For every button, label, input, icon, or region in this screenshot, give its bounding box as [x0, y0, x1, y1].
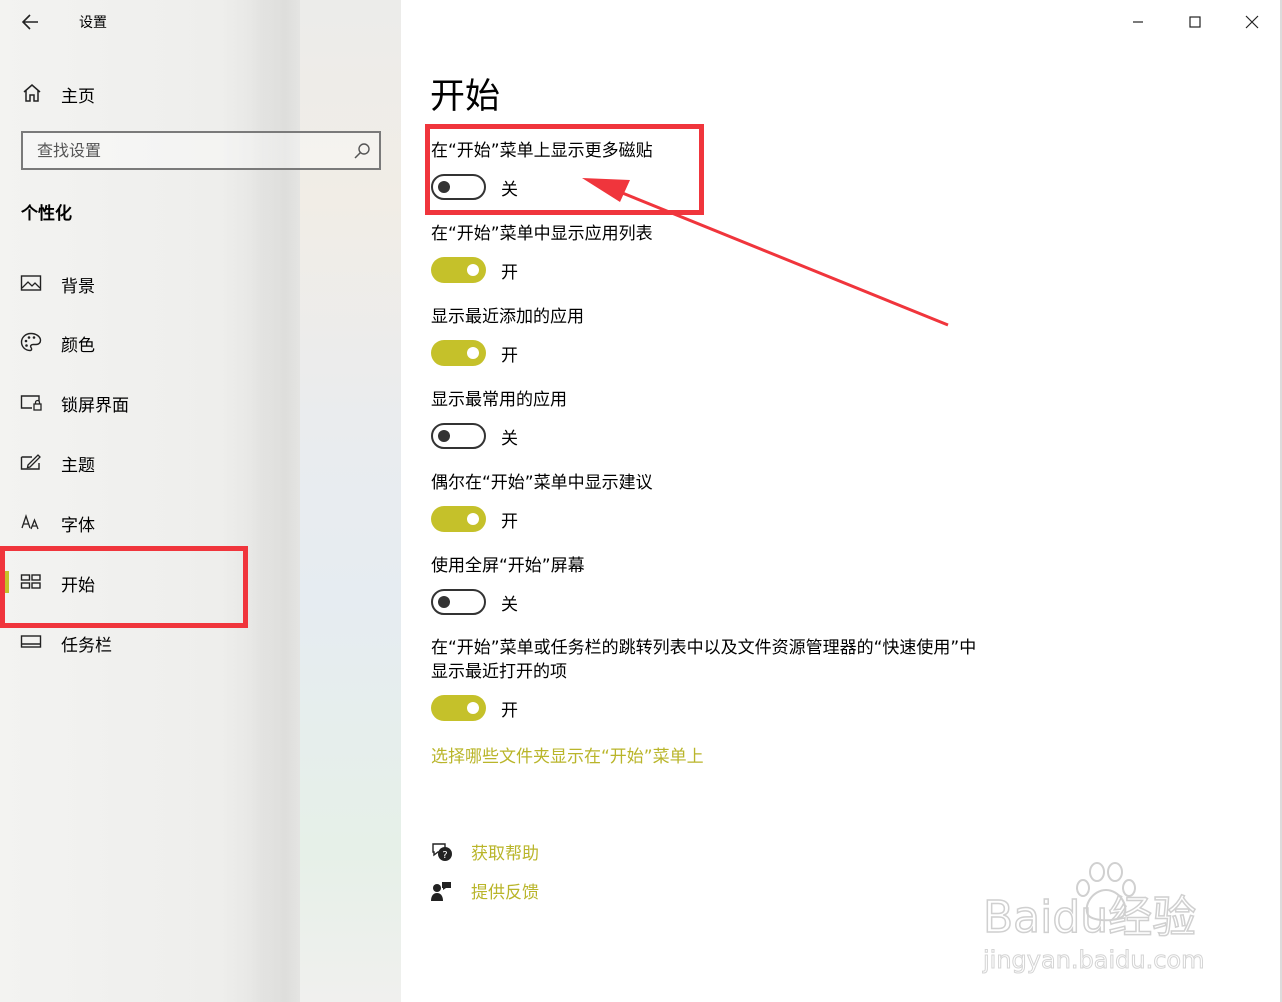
toggle-switch[interactable]	[431, 423, 486, 449]
sidebar-item-home[interactable]: 主页	[0, 72, 401, 114]
toggle-state-label: 开	[501, 263, 518, 283]
active-indicator	[5, 571, 9, 593]
sidebar-item-taskbar[interactable]: 任务栏	[0, 613, 401, 671]
palette-icon	[20, 332, 42, 352]
setting-label: 使用全屏“开始”屏幕	[431, 556, 585, 576]
toggle-knob	[438, 181, 450, 193]
toggle-knob	[467, 702, 479, 714]
sidebar-item-label: 背景	[61, 277, 95, 297]
setting-label-line1: 在“开始”菜单或任务栏的跳转列表中以及文件资源管理器的“快速使用”中	[431, 638, 977, 658]
svg-text:?: ?	[442, 850, 447, 861]
toggle-switch[interactable]	[431, 174, 486, 200]
toggle-knob	[438, 596, 450, 608]
toggle-knob	[467, 513, 479, 525]
setting-label-line2: 显示最近打开的项	[431, 662, 567, 682]
toggle-knob	[438, 430, 450, 442]
toggle-state-label: 开	[501, 701, 518, 721]
setting-label: 在“开始”菜单中显示应用列表	[431, 224, 653, 244]
toggle-state-label: 开	[501, 346, 518, 366]
toggle-switch[interactable]	[431, 340, 486, 366]
get-help-link[interactable]: 获取帮助	[471, 839, 539, 864]
toggle-switch[interactable]	[431, 257, 486, 283]
search-input[interactable]	[23, 133, 343, 168]
title-bar: 设置	[0, 0, 401, 44]
setting-label: 显示最常用的应用	[431, 390, 567, 410]
sidebar-item-label: 主页	[61, 87, 95, 107]
close-button[interactable]	[1237, 8, 1267, 36]
setting-suggestions: 偶尔在“开始”菜单中显示建议 开	[431, 471, 1031, 536]
sidebar-item-label: 颜色	[61, 336, 95, 356]
feedback-icon	[431, 882, 451, 901]
app-title: 设置	[79, 15, 107, 31]
back-arrow-icon	[21, 14, 38, 30]
minimize-icon	[1133, 21, 1143, 23]
toggle-switch[interactable]	[431, 695, 486, 721]
sidebar-item-label: 字体	[61, 516, 95, 536]
setting-label: 偶尔在“开始”菜单中显示建议	[431, 473, 653, 493]
close-icon	[1245, 15, 1259, 29]
setting-label: 在“开始”菜单上显示更多磁贴	[431, 141, 653, 161]
sidebar-item-label: 开始	[61, 576, 95, 596]
font-icon	[21, 513, 39, 530]
home-icon	[23, 84, 41, 102]
lock-screen-icon	[20, 395, 42, 411]
toggle-state-label: 关	[501, 180, 518, 200]
watermark-url: jingyan.baidu.com	[982, 946, 1204, 974]
toggle-state-label: 开	[501, 512, 518, 532]
setting-recently-added: 显示最近添加的应用 开	[431, 305, 1031, 370]
toggle-switch[interactable]	[431, 506, 486, 532]
maximize-button[interactable]	[1180, 8, 1210, 36]
section-heading: 个性化	[21, 204, 72, 224]
sidebar-item-themes[interactable]: 主题	[0, 433, 401, 491]
sidebar-item-label: 锁屏界面	[61, 396, 129, 416]
maximize-icon	[1189, 16, 1201, 28]
watermark-brand: Baidu经验	[983, 892, 1196, 943]
start-tiles-icon	[20, 574, 41, 589]
sidebar-item-start[interactable]: 开始	[0, 553, 401, 611]
baidu-watermark: Baidu经验 jingyan.baidu.com	[982, 862, 1205, 975]
sidebar-item-label: 任务栏	[61, 636, 112, 656]
sidebar-item-label: 主题	[61, 456, 95, 476]
search-icon[interactable]	[353, 142, 371, 160]
setting-more-tiles: 在“开始”菜单上显示更多磁贴 关	[431, 139, 1031, 204]
setting-most-used: 显示最常用的应用 关	[431, 388, 1031, 453]
choose-folders-link[interactable]: 选择哪些文件夹显示在“开始”菜单上	[431, 742, 704, 767]
back-button[interactable]	[16, 8, 46, 36]
page-title: 开始	[430, 77, 501, 117]
theme-icon	[20, 454, 41, 470]
help-chat-icon: ?	[432, 843, 452, 861]
setting-app-list: 在“开始”菜单中显示应用列表 开	[431, 222, 1031, 287]
sidebar-item-lock-screen[interactable]: 锁屏界面	[0, 373, 401, 431]
toggle-switch[interactable]	[431, 589, 486, 615]
setting-recent-items: 在“开始”菜单或任务栏的跳转列表中以及文件资源管理器的“快速使用”中 显示最近打…	[431, 636, 1031, 725]
sidebar-item-colors[interactable]: 颜色	[0, 313, 401, 371]
setting-full-screen: 使用全屏“开始”屏幕 关	[431, 554, 1031, 619]
sidebar-item-background[interactable]: 背景	[0, 254, 401, 312]
image-icon	[20, 275, 42, 291]
feedback-link[interactable]: 提供反馈	[471, 878, 539, 903]
toggle-knob	[467, 347, 479, 359]
toggle-state-label: 关	[501, 429, 518, 449]
search-box[interactable]	[21, 131, 381, 170]
setting-label: 显示最近添加的应用	[431, 307, 584, 327]
toggle-knob	[467, 264, 479, 276]
taskbar-icon	[20, 635, 42, 648]
toggle-state-label: 关	[501, 595, 518, 615]
minimize-button[interactable]	[1123, 8, 1153, 36]
sidebar-item-fonts[interactable]: 字体	[0, 493, 401, 551]
